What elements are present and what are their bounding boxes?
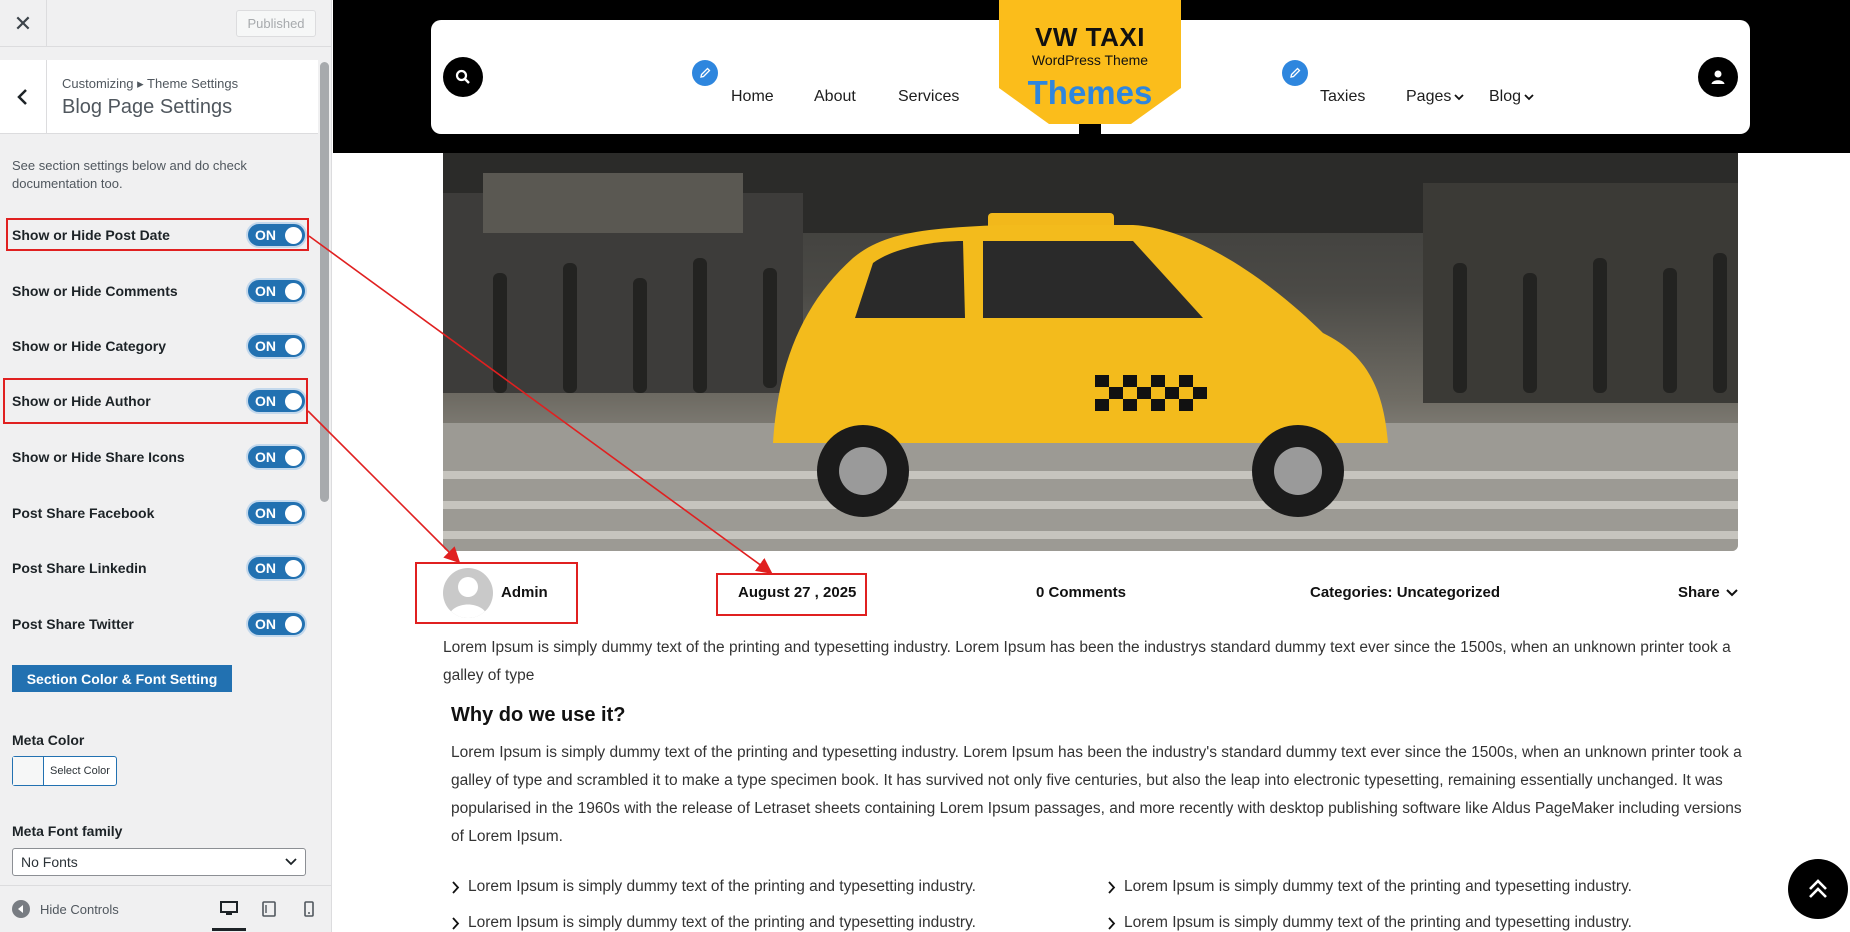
sidebar-scroll-thumb[interactable] [320,62,329,502]
highlight-author [3,378,308,424]
nav-blog[interactable]: Blog [1489,88,1534,106]
toggle-state: ON [255,338,276,354]
meta-font-select[interactable]: No Fonts [12,848,306,876]
linkedin-toggle[interactable]: ON [246,555,307,581]
toggle-row-comments: Show or Hide Comments ON [12,276,307,306]
toggle-state: ON [255,449,276,465]
hide-controls-label: Hide Controls [40,901,119,917]
post-categories[interactable]: Categories: Uncategorized [1310,584,1500,601]
toggle-label: Show or Hide Category [12,338,167,354]
highlight-post-date [6,218,309,251]
customizer-footer: Hide Controls [0,885,331,932]
list-item: Lorem Ipsum is simply dummy text of the … [451,878,976,896]
toggle-row-facebook: Post Share Facebook ON [12,498,307,528]
post-heading: Why do we use it? [451,704,626,726]
desktop-device-icon[interactable] [216,897,242,921]
close-icon[interactable]: ✕ [0,0,47,47]
pencil-icon[interactable] [692,60,718,86]
toggle-state: ON [255,560,276,576]
toggle-row-share-icons: Show or Hide Share Icons ON [12,442,307,472]
customizer-sidebar: ✕ Published Customizing ▸ Theme Settings… [0,0,332,932]
section-header: Customizing ▸ Theme Settings Blog Page S… [0,60,318,134]
toggle-row-linkedin: Post Share Linkedin ON [12,553,307,583]
customizer-header: ✕ Published [0,0,331,47]
chevron-left-icon [17,89,27,105]
search-icon [455,69,470,84]
double-chevron-up-icon [1809,879,1827,898]
back-button[interactable] [0,60,47,134]
chevron-right-icon [452,916,460,930]
section-description: See section settings below and do check … [12,158,247,191]
chevron-down-icon [1524,94,1534,101]
mobile-device-icon[interactable] [296,897,322,921]
toggle-state: ON [255,616,276,632]
nav-home[interactable]: Home [731,88,774,106]
section-title: Blog Page Settings [62,96,233,118]
twitter-toggle[interactable]: ON [246,611,307,637]
pencil-icon[interactable] [1282,60,1308,86]
toggle-label: Show or Hide Share Icons [12,449,185,465]
user-icon [1711,70,1725,84]
nav-pages[interactable]: Pages [1406,88,1465,106]
list-item: Lorem Ipsum is simply dummy text of the … [1107,878,1632,896]
chevron-right-icon [1108,880,1116,894]
toggle-state: ON [255,505,276,521]
collapse-icon [12,900,30,918]
nav-taxies[interactable]: Taxies [1320,88,1365,106]
section-color-font-button[interactable]: Section Color & Font Setting [12,665,232,692]
meta-font-value: No Fonts [21,854,78,870]
chevron-down-icon [1725,589,1738,597]
nav-about[interactable]: About [814,88,856,106]
list-item: Lorem Ipsum is simply dummy text of the … [451,914,976,932]
nav-services[interactable]: Services [898,88,959,106]
post-body: Lorem Ipsum is simply dummy text of the … [451,744,1742,845]
chevron-right-icon [452,880,460,894]
meta-color-picker[interactable]: Select Color [12,756,117,786]
facebook-toggle[interactable]: ON [246,500,307,526]
toggle-row-twitter: Post Share Twitter ON [12,609,307,639]
chevron-down-icon [1454,94,1465,101]
breadcrumb: Customizing ▸ Theme Settings [62,76,239,91]
chevron-down-icon [285,858,297,866]
toggle-label: Post Share Twitter [12,616,134,632]
site-preview: Home About Services Taxies Pages Blog VW… [333,0,1850,932]
toggle-label: Post Share Facebook [12,505,155,521]
meta-font-label: Meta Font family [12,823,123,839]
meta-color-label: Meta Color [12,732,85,748]
toggle-label: Post Share Linkedin [12,560,147,576]
highlight-author-meta [415,562,578,624]
search-button[interactable] [443,57,483,97]
category-toggle[interactable]: ON [246,333,307,359]
tablet-device-icon[interactable] [256,897,282,921]
chevron-right-icon [1108,916,1116,930]
hide-controls-button[interactable]: Hide Controls [12,900,119,918]
comments-toggle[interactable]: ON [246,278,307,304]
logo-title: VW TAXI [1035,22,1145,52]
list-item: Lorem Ipsum is simply dummy text of the … [1107,914,1632,932]
toggle-state: ON [255,283,276,299]
color-swatch [13,757,44,785]
featured-image [443,153,1738,551]
publish-button[interactable]: Published [236,10,316,37]
toggle-row-category: Show or Hide Category ON [12,331,307,361]
toggle-label: Show or Hide Comments [12,283,178,299]
share-icons-toggle[interactable]: ON [246,444,307,470]
post-comments[interactable]: 0 Comments [1036,584,1126,601]
post-meta: Admin August 27 , 2025 0 Comments Catego… [443,568,1738,618]
select-color-label: Select Color [50,765,110,777]
taxi-illustration [443,153,1738,551]
highlight-date-meta [716,573,867,616]
post-intro: Lorem Ipsum is simply dummy text of the … [443,639,1731,684]
logo-themes: Themes [1027,74,1153,111]
share-button[interactable]: Share [1678,584,1738,601]
logo-subtitle: WordPress Theme [1031,52,1149,68]
scroll-to-top-button[interactable] [1788,859,1848,919]
account-button[interactable] [1698,57,1738,97]
